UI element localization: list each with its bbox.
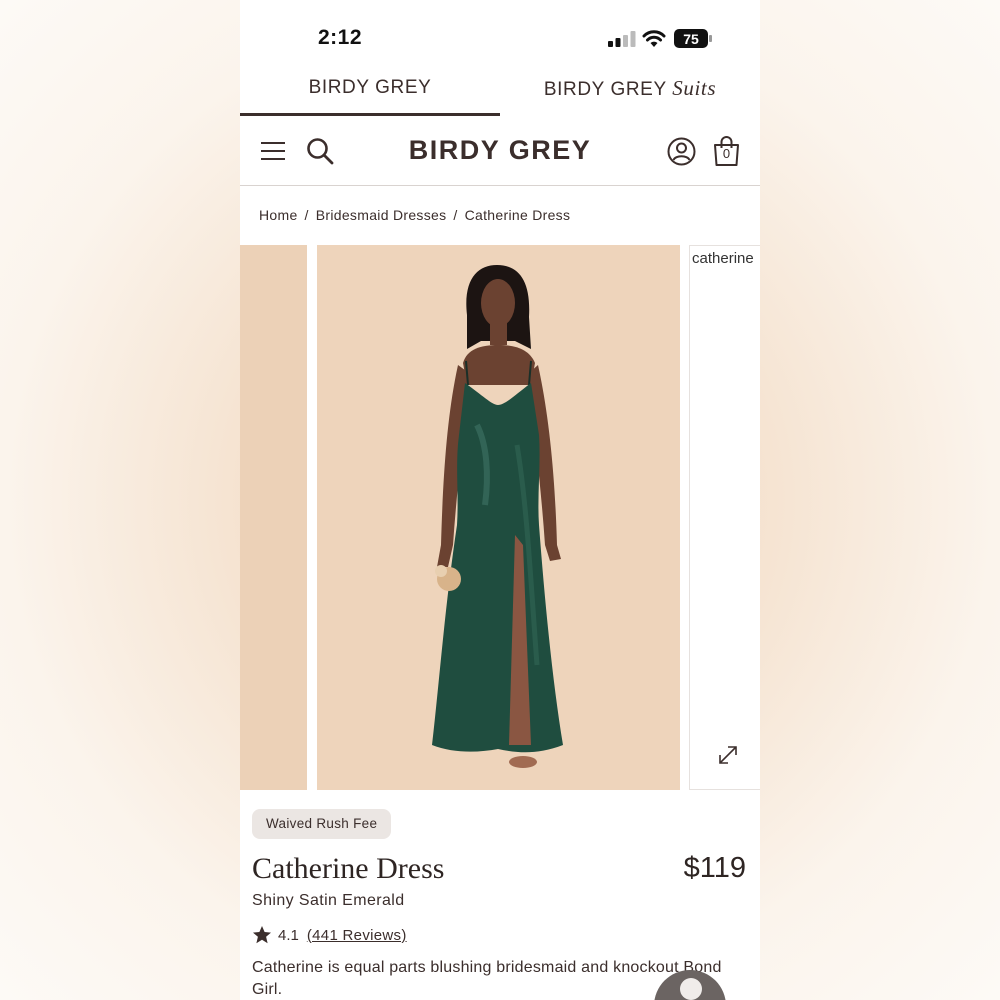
breadcrumb: Home / Bridesmaid Dresses / Catherine Dress xyxy=(259,207,570,223)
model-photo xyxy=(432,265,563,768)
battery-level: 75 xyxy=(683,31,699,47)
phone-screen: 2:12 75 BIRDY GREY BIRDY GREY Suits BIRD… xyxy=(240,0,760,1000)
breadcrumb-bridesmaid-dresses[interactable]: Bridesmaid Dresses xyxy=(316,207,447,223)
rating-value: 4.1 xyxy=(278,926,299,944)
breadcrumb-home[interactable]: Home xyxy=(259,207,298,223)
product-color: Shiny Satin Emerald xyxy=(252,892,405,909)
cellular-signal-icon xyxy=(608,31,636,47)
tab-birdy-grey[interactable]: BIRDY GREY xyxy=(240,70,500,116)
site-header: BIRDY GREY 0 xyxy=(240,116,760,186)
gallery-previous-image[interactable] xyxy=(240,245,307,790)
breadcrumb-separator: / xyxy=(304,207,309,223)
tab-label: BIRDY GREY xyxy=(543,79,667,100)
gallery-next-image[interactable]: catherine xyxy=(689,245,760,790)
product-image[interactable] xyxy=(317,245,680,790)
status-time: 2:12 xyxy=(318,26,363,49)
next-image-alt-text: catherine xyxy=(692,250,754,267)
tab-birdy-grey-suits[interactable]: BIRDY GREY Suits xyxy=(500,70,760,116)
brand-tabs: BIRDY GREY BIRDY GREY Suits xyxy=(240,70,760,116)
cart-count: 0 xyxy=(722,146,731,161)
tab-label-suffix: Suits xyxy=(672,76,717,100)
tab-label: BIRDY GREY xyxy=(308,77,432,98)
expand-icon[interactable] xyxy=(716,743,740,767)
star-icon xyxy=(253,926,271,944)
rating-row: 4.1 (441 Reviews) xyxy=(252,924,407,946)
breadcrumb-separator: / xyxy=(453,207,458,223)
reviews-link[interactable]: (441 Reviews) xyxy=(307,927,407,944)
wifi-icon xyxy=(642,30,666,47)
battery-icon: 75 xyxy=(674,29,712,48)
chat-icon xyxy=(680,978,702,1000)
rush-fee-badge: Waived Rush Fee xyxy=(252,809,392,839)
product-price: $119 xyxy=(683,852,746,884)
product-title: Catherine Dress xyxy=(252,852,445,885)
status-bar: 2:12 75 xyxy=(240,0,760,70)
account-icon[interactable] xyxy=(667,137,696,166)
breadcrumb-current[interactable]: Catherine Dress xyxy=(465,207,571,223)
